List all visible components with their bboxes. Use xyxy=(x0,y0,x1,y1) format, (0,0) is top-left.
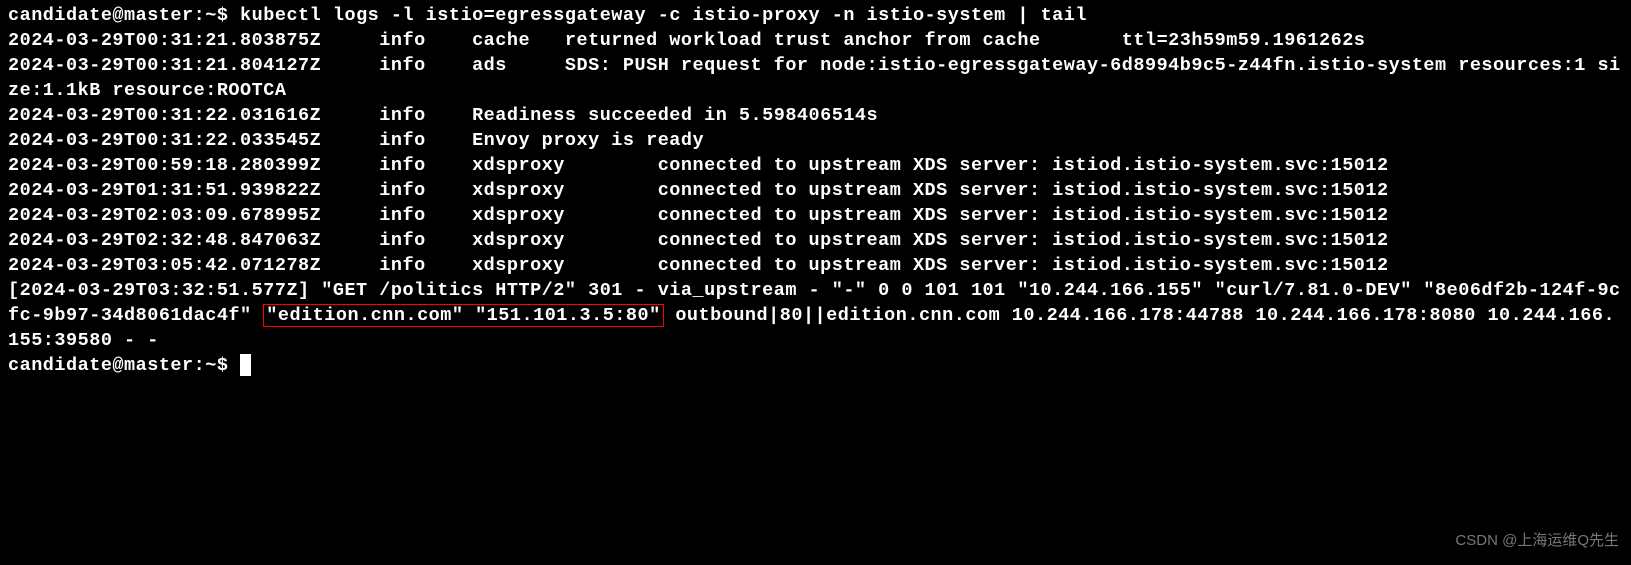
log-line: 2024-03-29T00:31:21.804127Z info ads SDS… xyxy=(8,54,1623,104)
log-line: 2024-03-29T00:31:22.033545Z info Envoy p… xyxy=(8,129,1623,154)
terminal-output[interactable]: candidate@master:~$ kubectl logs -l isti… xyxy=(8,4,1623,379)
shell-prompt: candidate@master:~$ xyxy=(8,5,240,26)
watermark: CSDN @上海运维Q先生 xyxy=(1455,531,1619,551)
log-line: 2024-03-29T02:03:09.678995Z info xdsprox… xyxy=(8,204,1623,229)
shell-prompt-end: candidate@master:~$ xyxy=(8,355,240,376)
log-line: 2024-03-29T03:05:42.071278Z info xdsprox… xyxy=(8,254,1623,279)
log-line: 2024-03-29T00:31:21.803875Z info cache r… xyxy=(8,29,1623,54)
access-log-line: [2024-03-29T03:32:51.577Z] "GET /politic… xyxy=(8,279,1623,354)
command-text: kubectl logs -l istio=egressgateway -c i… xyxy=(240,5,1087,26)
log-line: 2024-03-29T02:32:48.847063Z info xdsprox… xyxy=(8,229,1623,254)
log-line: 2024-03-29T00:59:18.280399Z info xdsprox… xyxy=(8,154,1623,179)
highlighted-host: "edition.cnn.com" "151.101.3.5:80" xyxy=(263,304,663,327)
cursor xyxy=(240,354,251,376)
log-line: 2024-03-29T00:31:22.031616Z info Readine… xyxy=(8,104,1623,129)
log-line: 2024-03-29T01:31:51.939822Z info xdsprox… xyxy=(8,179,1623,204)
